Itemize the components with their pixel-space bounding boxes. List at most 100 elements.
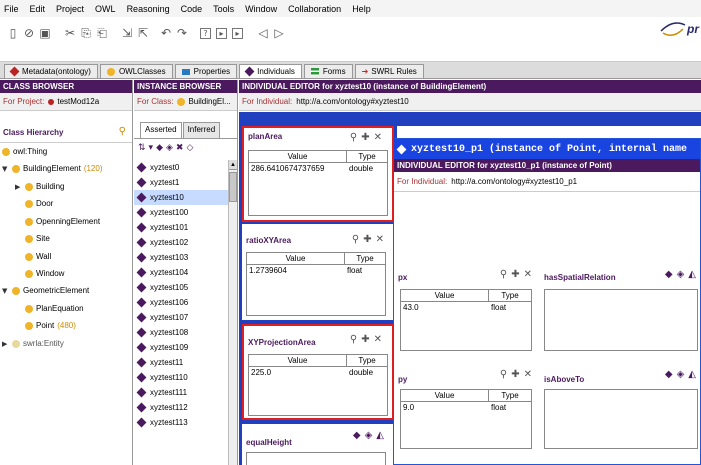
remove-icon[interactable]: ✕ <box>524 369 536 380</box>
add-icon[interactable]: ✚ <box>511 369 523 380</box>
menu-code[interactable]: Code <box>181 4 203 14</box>
remove-icon[interactable]: ✕ <box>374 334 386 345</box>
list-item[interactable]: xyztest104 <box>134 265 228 280</box>
table-row[interactable]: 43.0 float <box>401 302 531 314</box>
list-item[interactable]: xyztest1 <box>134 175 228 190</box>
delete-instance-icon[interactable]: ✖ <box>176 143 187 153</box>
list-item[interactable]: xyztest11 <box>134 355 228 370</box>
tree-item[interactable]: ▶ swrla:Entity <box>2 336 64 351</box>
remove-instance-icon[interactable]: ◭ <box>376 430 388 441</box>
tree-item[interactable]: Wall <box>25 249 51 264</box>
find-icon[interactable]: ⚲ <box>350 334 361 345</box>
list-item[interactable]: xyztest108 <box>134 325 228 340</box>
tab-asserted[interactable]: Asserted <box>140 122 182 138</box>
menu-window[interactable]: Window <box>245 4 277 14</box>
import-icon[interactable]: ⇲ <box>120 26 134 40</box>
menu-owl[interactable]: OWL <box>95 4 116 14</box>
tab-individuals[interactable]: Individuals <box>239 64 302 78</box>
open-icon[interactable]: ⊘ <box>22 26 36 40</box>
list-item[interactable]: xyztest102 <box>134 235 228 250</box>
create-instance-icon[interactable]: ◆ <box>156 143 166 153</box>
add-instance-icon[interactable]: ◈ <box>677 369 689 380</box>
expand-icon[interactable]: ▼ <box>2 287 12 295</box>
sort-icon[interactable]: ⇅ <box>138 143 149 153</box>
find-icon[interactable]: ⚲ <box>350 132 361 143</box>
query-icon[interactable]: ▸ <box>216 28 227 39</box>
create-instance-icon[interactable]: ◆ <box>665 269 677 280</box>
list-item[interactable]: xyztest107 <box>134 310 228 325</box>
tree-item[interactable]: ▼ BuildingElement (120) <box>2 161 103 176</box>
save-icon[interactable]: ▣ <box>38 26 52 40</box>
list-item[interactable]: xyztest100 <box>134 205 228 220</box>
tab-inferred[interactable]: Inferred <box>182 122 221 138</box>
tree-item[interactable]: Door <box>25 196 53 211</box>
find-icon[interactable]: ⚲ <box>352 234 363 245</box>
expand-icon[interactable]: ▼ <box>2 165 12 173</box>
help-icon[interactable]: ? <box>200 28 211 39</box>
tab-forms[interactable]: Forms <box>303 64 353 78</box>
remove-instance-icon[interactable]: ◭ <box>688 369 700 380</box>
tree-item[interactable]: OpenningElement <box>25 214 100 229</box>
list-item[interactable]: xyztest111 <box>134 385 228 400</box>
tab-properties[interactable]: Properties <box>174 64 238 78</box>
find-icon[interactable]: ⚲ <box>500 369 511 380</box>
menu-tools[interactable]: Tools <box>213 4 234 14</box>
new-icon[interactable]: ▯ <box>6 26 20 40</box>
list-item[interactable]: xyztest101 <box>134 220 228 235</box>
create-instance-icon[interactable]: ◆ <box>353 430 365 441</box>
create-instance-icon[interactable]: ◆ <box>665 369 677 380</box>
menu-arrow-icon[interactable]: ▾ <box>149 143 157 153</box>
tree-item[interactable]: ▼ GeometricElement <box>2 283 89 298</box>
collapse-icon[interactable]: ▶ <box>2 340 12 348</box>
table-row[interactable]: 286.6410674737659 double <box>249 163 387 175</box>
forward-icon[interactable]: ▷ <box>272 26 286 40</box>
menu-collaboration[interactable]: Collaboration <box>288 4 341 14</box>
menu-reasoning[interactable]: Reasoning <box>127 4 170 14</box>
tab-owlclasses[interactable]: OWLClasses <box>99 64 173 78</box>
add-instance-icon[interactable]: ◈ <box>365 430 377 441</box>
table-row[interactable]: 1.2739604 float <box>247 265 385 277</box>
list-item[interactable]: xyztest113 <box>134 415 228 430</box>
back-icon[interactable]: ◁ <box>256 26 270 40</box>
add-icon[interactable]: ✚ <box>361 334 373 345</box>
menu-edit[interactable]: Edit <box>30 4 46 14</box>
popup-titlebar[interactable]: xyztest10_p1 (instance of Point, interna… <box>394 139 700 159</box>
copy-instance-icon[interactable]: ◈ <box>166 143 176 153</box>
list-item[interactable]: xyztest103 <box>134 250 228 265</box>
tree-item[interactable]: Point (480) <box>25 318 76 333</box>
undo-icon[interactable]: ↶ <box>159 26 173 40</box>
scroll-up-icon[interactable]: ▲ <box>229 160 237 170</box>
list-item[interactable]: xyztest106 <box>134 295 228 310</box>
list-item[interactable]: xyztest0 <box>134 160 228 175</box>
remove-icon[interactable]: ✕ <box>376 234 388 245</box>
list-item-selected[interactable]: xyztest10 <box>134 190 228 205</box>
paste-icon[interactable]: ⎗ <box>95 26 109 40</box>
reference-icon[interactable]: ◇ <box>186 143 196 153</box>
add-instance-icon[interactable]: ◈ <box>677 269 689 280</box>
menu-project[interactable]: Project <box>56 4 84 14</box>
add-icon[interactable]: ✚ <box>511 269 523 280</box>
tab-metadata[interactable]: Metadata(ontology) <box>4 64 98 78</box>
redo-icon[interactable]: ↷ <box>175 26 189 40</box>
collapse-icon[interactable]: ▶ <box>15 183 25 191</box>
add-icon[interactable]: ✚ <box>363 234 375 245</box>
tree-item[interactable]: ▶ Building <box>15 179 64 194</box>
classify-icon[interactable]: ▸ <box>232 28 243 39</box>
add-icon[interactable]: ✚ <box>361 132 373 143</box>
find-icon[interactable]: ⚲ <box>500 269 511 280</box>
export-icon[interactable]: ⇱ <box>136 26 150 40</box>
tab-swrl-rules[interactable]: ➔ SWRL Rules <box>354 64 424 78</box>
table-row[interactable]: 9.0 float <box>401 402 531 414</box>
menu-file[interactable]: File <box>4 4 19 14</box>
remove-icon[interactable]: ✕ <box>524 269 536 280</box>
copy-icon[interactable]: ⎘ <box>79 26 93 40</box>
tree-item[interactable]: Window <box>25 266 64 281</box>
remove-instance-icon[interactable]: ◭ <box>688 269 700 280</box>
tree-item[interactable]: PlanEquation <box>25 301 84 316</box>
list-item[interactable]: xyztest110 <box>134 370 228 385</box>
instance-list-scrollbar[interactable]: ▲ <box>228 160 237 465</box>
remove-icon[interactable]: ✕ <box>374 132 386 143</box>
cut-icon[interactable]: ✂ <box>63 26 77 40</box>
tree-item[interactable]: Site <box>25 231 50 246</box>
menu-help[interactable]: Help <box>352 4 371 14</box>
